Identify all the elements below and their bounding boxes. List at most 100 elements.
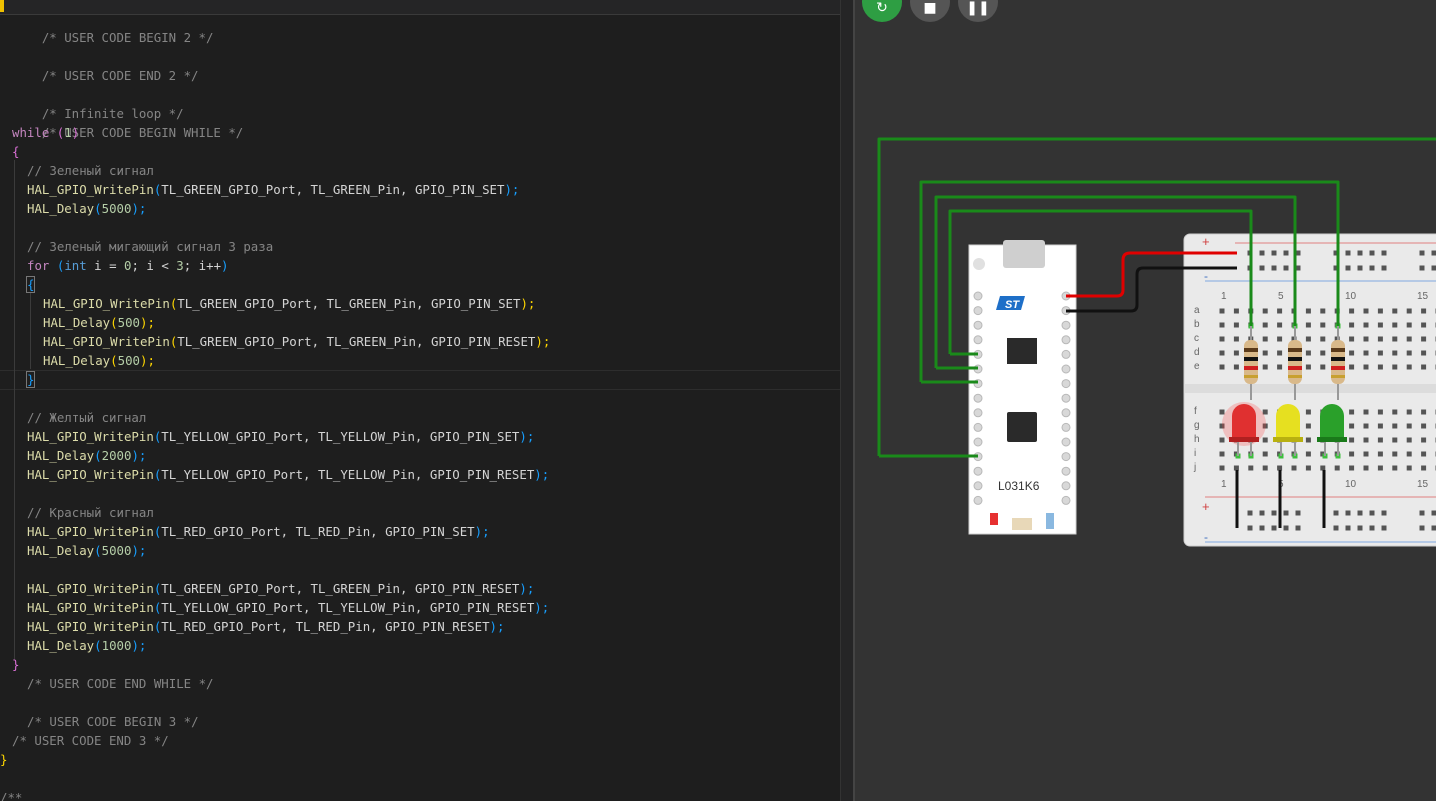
breadboard-hole[interactable]	[1320, 350, 1326, 356]
breadboard-hole[interactable]	[1262, 465, 1268, 471]
breadboard-hole[interactable]	[1406, 409, 1412, 415]
breadboard-hole[interactable]	[1381, 265, 1387, 271]
breadboard-hole[interactable]	[1259, 525, 1265, 531]
breadboard-hole[interactable]	[1419, 525, 1425, 531]
code-line[interactable]: /* USER CODE BEGIN WHILE */	[12, 104, 243, 140]
breadboard-hole[interactable]	[1363, 322, 1369, 328]
breadboard-hole[interactable]	[1392, 437, 1398, 443]
breadboard-hole[interactable]	[1277, 308, 1283, 314]
breadboard-hole[interactable]	[1277, 350, 1283, 356]
breadboard-hole[interactable]	[1349, 336, 1355, 342]
breadboard-hole[interactable]	[1392, 350, 1398, 356]
code-line[interactable]: HAL_GPIO_WritePin(TL_GREEN_GPIO_Port, TL…	[27, 180, 519, 199]
breadboard-hole[interactable]	[1345, 265, 1351, 271]
board-pin[interactable]	[1061, 349, 1071, 359]
code-line[interactable]: // Красный сигнал	[27, 503, 154, 522]
breadboard-hole[interactable]	[1369, 525, 1375, 531]
breadboard-hole[interactable]	[1431, 510, 1436, 516]
breadboard-hole[interactable]	[1406, 437, 1412, 443]
breadboard-hole[interactable]	[1277, 465, 1283, 471]
breadboard-hole[interactable]	[1305, 336, 1311, 342]
breadboard-hole[interactable]	[1277, 336, 1283, 342]
breadboard-hole[interactable]	[1349, 465, 1355, 471]
breadboard-hole[interactable]	[1349, 364, 1355, 370]
breadboard-hole[interactable]	[1381, 510, 1387, 516]
breadboard-hole[interactable]	[1320, 364, 1326, 370]
board-pin[interactable]	[1061, 481, 1071, 491]
code-line[interactable]: {	[12, 142, 19, 161]
code-line[interactable]: for (int i = 0; i < 3; i++)	[27, 256, 229, 275]
board-pin[interactable]	[973, 495, 983, 505]
breadboard-hole[interactable]	[1377, 364, 1383, 370]
breadboard-hole[interactable]	[1277, 364, 1283, 370]
breadboard-hole[interactable]	[1377, 437, 1383, 443]
breadboard-hole[interactable]	[1349, 423, 1355, 429]
breadboard-hole[interactable]	[1320, 465, 1326, 471]
board-pin[interactable]	[973, 291, 983, 301]
breadboard-hole[interactable]	[1419, 510, 1425, 516]
breadboard-hole[interactable]	[1219, 336, 1225, 342]
code-line[interactable]: {	[25, 275, 36, 294]
breadboard-hole[interactable]	[1349, 451, 1355, 457]
breadboard-hole[interactable]	[1369, 265, 1375, 271]
breadboard-hole[interactable]	[1431, 250, 1436, 256]
breadboard-hole[interactable]	[1349, 409, 1355, 415]
breadboard-hole[interactable]	[1381, 250, 1387, 256]
breadboard-hole[interactable]	[1262, 437, 1268, 443]
breadboard-hole[interactable]	[1349, 437, 1355, 443]
code-line[interactable]: HAL_Delay(2000);	[27, 446, 146, 465]
board-pin[interactable]	[973, 306, 983, 316]
breadboard-hole[interactable]	[1233, 350, 1239, 356]
breadboard-hole[interactable]	[1363, 409, 1369, 415]
board-pin[interactable]	[1061, 437, 1071, 447]
breadboard-hole[interactable]	[1377, 409, 1383, 415]
breadboard-hole[interactable]	[1377, 451, 1383, 457]
breadboard-hole[interactable]	[1421, 308, 1427, 314]
breadboard-hole[interactable]	[1277, 322, 1283, 328]
board-pin[interactable]	[1061, 422, 1071, 432]
breadboard-hole[interactable]	[1219, 437, 1225, 443]
breadboard-hole[interactable]	[1259, 265, 1265, 271]
board-pin[interactable]	[1061, 452, 1071, 462]
breadboard-hole[interactable]	[1421, 437, 1427, 443]
code-line[interactable]: HAL_GPIO_WritePin(TL_YELLOW_GPIO_Port, T…	[27, 598, 549, 617]
breadboard-hole[interactable]	[1377, 322, 1383, 328]
breadboard-hole[interactable]	[1248, 465, 1254, 471]
board-pin[interactable]	[973, 437, 983, 447]
code-line[interactable]: /* USER CODE BEGIN 2 */	[12, 9, 214, 45]
breadboard-hole[interactable]	[1320, 336, 1326, 342]
breadboard-hole[interactable]	[1421, 451, 1427, 457]
board-pin[interactable]	[1061, 408, 1071, 418]
board-pin[interactable]	[1061, 495, 1071, 505]
breadboard-hole[interactable]	[1363, 451, 1369, 457]
breadboard-hole[interactable]	[1421, 364, 1427, 370]
breadboard-hole[interactable]	[1262, 336, 1268, 342]
code-line[interactable]: /* USER CODE END WHILE */	[27, 674, 214, 693]
breadboard-hole[interactable]	[1357, 265, 1363, 271]
board-pin[interactable]	[1061, 335, 1071, 345]
breadboard-hole[interactable]	[1431, 265, 1436, 271]
breadboard-hole[interactable]	[1305, 322, 1311, 328]
breadboard-hole[interactable]	[1305, 465, 1311, 471]
breadboard-hole[interactable]	[1283, 250, 1289, 256]
code-line[interactable]: HAL_GPIO_WritePin(TL_GREEN_GPIO_Port, TL…	[43, 332, 550, 351]
code-line[interactable]: }	[0, 750, 7, 769]
breadboard-hole[interactable]	[1219, 409, 1225, 415]
code-line[interactable]: /**	[0, 788, 22, 801]
breadboard-hole[interactable]	[1357, 510, 1363, 516]
breadboard-hole[interactable]	[1345, 510, 1351, 516]
breadboard-hole[interactable]	[1247, 525, 1253, 531]
breadboard-hole[interactable]	[1349, 308, 1355, 314]
breadboard-hole[interactable]	[1219, 322, 1225, 328]
board-pin[interactable]	[973, 422, 983, 432]
breadboard-hole[interactable]	[1406, 364, 1412, 370]
breadboard-hole[interactable]	[1421, 465, 1427, 471]
code-line[interactable]: HAL_Delay(1000);	[27, 636, 146, 655]
breadboard-hole[interactable]	[1305, 423, 1311, 429]
breadboard-hole[interactable]	[1333, 510, 1339, 516]
breadboard-hole[interactable]	[1392, 322, 1398, 328]
breadboard-hole[interactable]	[1406, 465, 1412, 471]
reset-button[interactable]	[1012, 518, 1032, 530]
board-pin[interactable]	[1061, 393, 1071, 403]
breadboard-hole[interactable]	[1349, 350, 1355, 356]
